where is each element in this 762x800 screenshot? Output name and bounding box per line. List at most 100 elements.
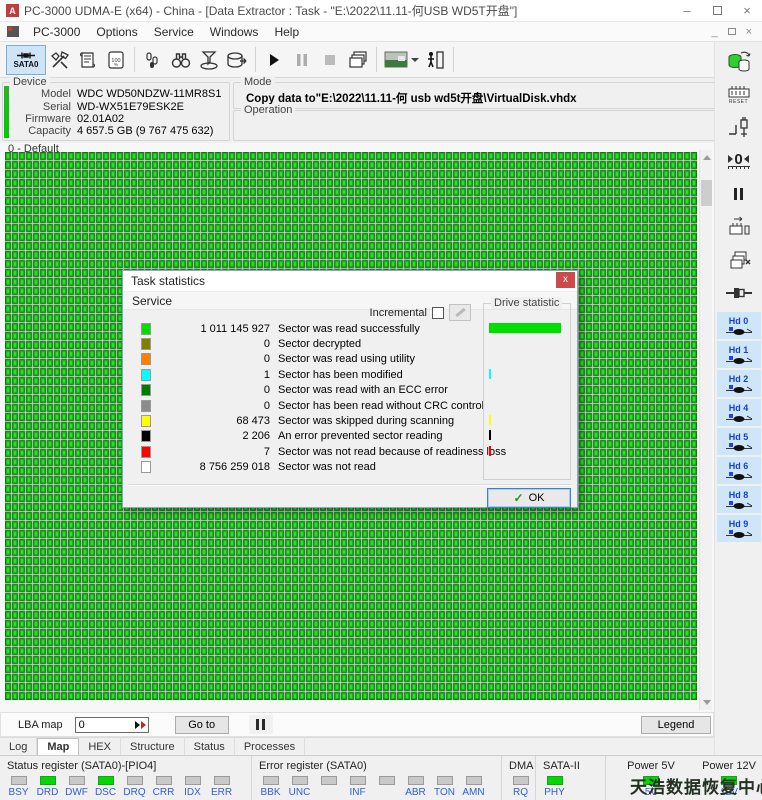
statistics-row: 68 473 Sector was skipped during scannin… [123,413,477,428]
drive-statistic-bar [489,368,491,379]
drive-statistic-bar-row [484,459,570,474]
head-select-button[interactable]: Hd 6 [716,457,761,484]
dialog-close-icon[interactable]: x [556,271,575,288]
view-tab[interactable]: Processes [235,738,306,755]
eraser-icon [454,307,466,318]
disk-copy-button[interactable] [721,48,757,75]
start-button[interactable] [260,46,288,74]
view-tab[interactable]: Log [0,738,38,755]
map-pause-button[interactable] [248,715,273,734]
menu-item[interactable]: Help [266,25,307,39]
zero-head-button[interactable]: 0 [721,147,757,174]
goto-button[interactable]: Go to [174,715,229,734]
watermark-text: 天浩数据恢复中心 [630,778,762,797]
indicator-label: PHY [544,787,565,798]
operation-group-title: Operation [241,104,296,116]
sector-count: 8 756 259 018 [199,461,270,474]
head-select-button[interactable]: Hd 8 [716,486,761,513]
head-label: Hd 8 [728,489,749,500]
incremental-checkbox[interactable] [432,306,444,319]
clear-statistics-button[interactable] [449,304,471,321]
connector-button[interactable] [721,279,757,306]
device-field-label: Firmware [25,112,71,125]
device-info-row: Model WDC WD50NDZW-11MR8S1 [13,88,227,100]
statistics-button[interactable]: 100% [102,46,130,74]
mdi-minimize-icon[interactable]: _ [711,26,717,38]
view-tab[interactable]: HEX [79,738,121,755]
utility-tools-button[interactable] [46,46,74,74]
windows-list-button[interactable] [344,46,372,74]
lba-input-wrap [74,716,149,733]
legend-color-swatch [141,353,151,366]
reset-button[interactable]: RESET [721,81,757,108]
head-select-button[interactable]: Hd 9 [716,515,761,542]
indicator-label: ABR [405,787,426,798]
maximize-icon[interactable] [702,0,732,21]
scroll-up-icon[interactable] [700,150,713,165]
view-tabbar: Log Map HEX Structure Status Processes [0,737,714,755]
head-label: Hd 4 [728,402,749,413]
scrollbar-thumb[interactable] [701,180,712,206]
indicator-label: IDX [184,787,201,798]
sector-status-label: Sector was skipped during scanning [278,415,455,428]
register-indicator: ABR [401,776,430,798]
head-select-button[interactable]: Hd 0 [716,312,761,339]
view-tab[interactable]: Structure [121,738,185,755]
chip-io-button[interactable] [721,213,757,240]
pause-button[interactable] [288,46,316,74]
sector-count: 0 [263,399,270,412]
drive-statistic-bar-row [484,412,570,427]
menu-item[interactable]: Windows [202,25,267,39]
mdi-restore-icon[interactable] [727,28,736,35]
mdi-close-icon[interactable]: × [746,26,752,38]
menu-item[interactable]: Options [88,25,145,39]
lba-format-icon[interactable] [134,720,146,729]
script-button[interactable] [74,46,102,74]
menu-item[interactable]: Service [146,25,202,39]
legend-button[interactable]: Legend [641,716,711,734]
indicator-label: TON [434,787,455,798]
indicator-lamp [155,776,172,785]
menu-item[interactable]: PC-3000 [25,25,88,39]
device-field-label: Capacity [28,125,71,138]
statistics-row: 0 Sector was read with an ECC error [123,383,477,398]
screenshot-button[interactable] [381,46,421,74]
close-icon[interactable]: × [732,0,762,21]
head-select-button[interactable]: Hd 5 [716,428,761,455]
statistics-rows: 1 011 145 927 Sector was read successful… [123,321,506,475]
power-connector-button[interactable] [721,114,757,141]
sector-count: 68 473 [236,415,270,428]
toolbar: SATA0 100% [0,42,714,78]
minimize-icon[interactable]: – [672,0,702,21]
drive-statistic-bar-row [484,335,570,350]
head-select-button[interactable]: Hd 2 [716,370,761,397]
ok-button[interactable]: ✓ OK [487,488,571,508]
map-scrollbar[interactable] [699,150,712,710]
search-button[interactable] [167,46,195,74]
sata0-port-button[interactable]: SATA0 [6,44,46,75]
pause-side-button[interactable] [721,180,757,207]
view-tab[interactable]: Status [185,738,235,755]
sector-status-label: Sector was not read [278,461,376,474]
scroll-down-icon[interactable] [700,695,713,710]
head-select-button[interactable]: Hd 4 [716,399,761,426]
disk-arrow-icon [227,51,247,68]
power-connector-icon [728,116,748,137]
head-select-button[interactable]: Hd 1 [716,341,761,368]
close-windows-button[interactable] [721,246,757,273]
indicator-label: AMN [462,787,485,798]
utility-mode-button[interactable] [139,46,167,74]
window-controls: – × [672,0,762,21]
save-map-button[interactable] [223,46,251,74]
head-label: Hd 9 [728,518,749,529]
stacked-close-icon [730,251,750,268]
sector-status-label: Sector was read with an ECC error [278,384,448,397]
view-tab[interactable]: Map [37,738,80,755]
sata0-label: SATA0 [13,59,39,69]
dialog-titlebar[interactable]: Task statistics x [123,271,577,292]
lba-map-label: LBA map [18,718,63,731]
legend-color-swatch [141,430,151,443]
stop-button[interactable] [316,46,344,74]
exit-button[interactable] [421,46,449,74]
filter-button[interactable] [195,46,223,74]
